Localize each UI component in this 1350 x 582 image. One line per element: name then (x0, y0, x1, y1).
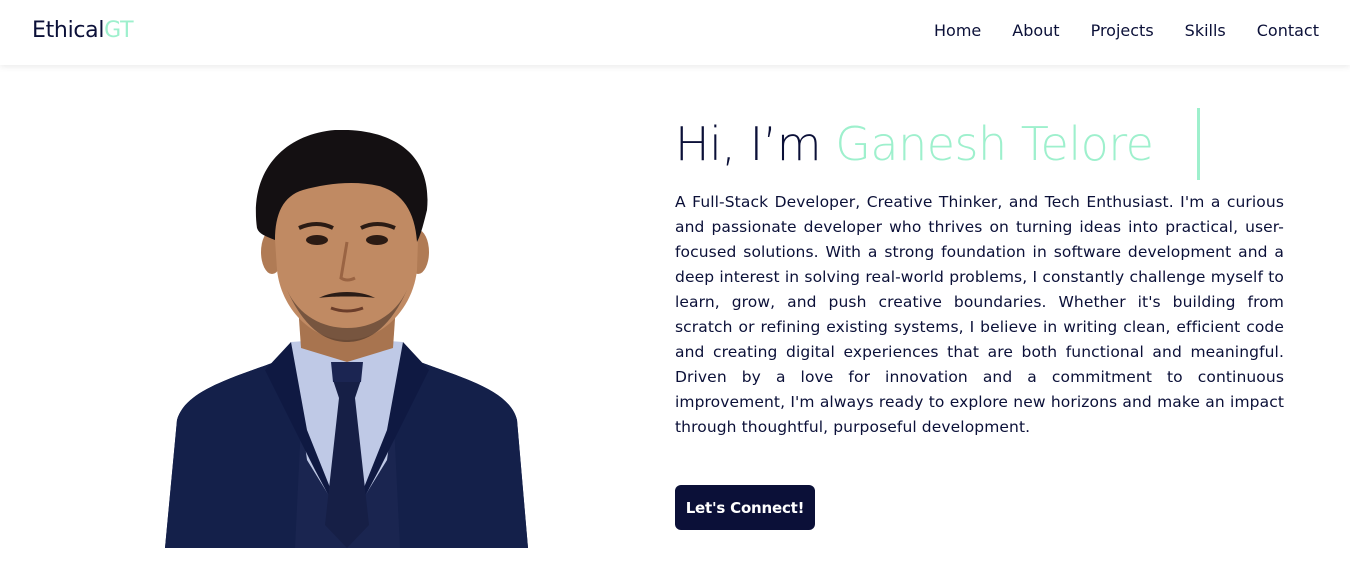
main-nav: Home About Projects Skills Contact (934, 21, 1319, 40)
nav-link-skills[interactable]: Skills (1185, 21, 1226, 40)
site-logo[interactable]: EthicalGT (32, 18, 134, 43)
nav-link-home[interactable]: Home (934, 21, 981, 40)
nav-link-about[interactable]: About (1012, 21, 1059, 40)
profile-photo (165, 130, 528, 548)
nav-link-contact[interactable]: Contact (1257, 21, 1319, 40)
logo-text-accent: GT (104, 18, 134, 43)
logo-text-primary: Ethical (32, 18, 105, 43)
lets-connect-button[interactable]: Let's Connect! (675, 485, 815, 530)
hero-name: Ganesh Telore (835, 117, 1154, 171)
hero-headline: Hi, I’m Ganesh Telore (675, 106, 1284, 182)
typing-cursor (1197, 108, 1200, 180)
navbar: EthicalGT Home About Projects Skills Con… (0, 0, 1350, 65)
hero-intro-text: A Full-Stack Developer, Creative Thinker… (675, 193, 1284, 436)
hero-greeting: Hi, I’m (675, 117, 836, 171)
hero-content: Hi, I’m Ganesh Telore A Full-Stack Devel… (675, 106, 1284, 440)
nav-link-projects[interactable]: Projects (1091, 21, 1154, 40)
profile-photo-illustration (165, 130, 528, 548)
